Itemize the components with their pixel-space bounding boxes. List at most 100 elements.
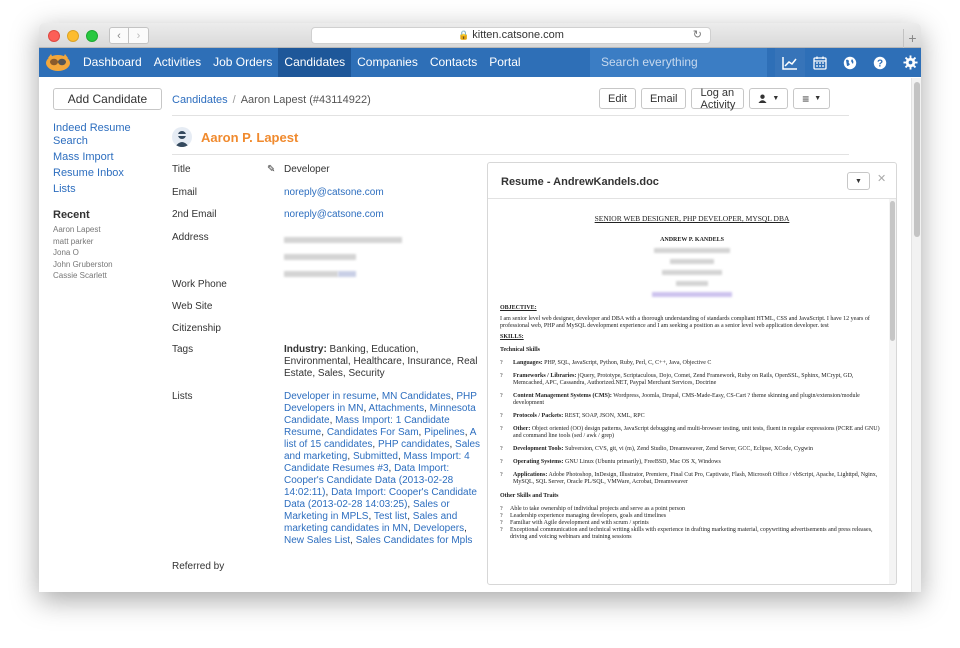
list-link[interactable]: Pipelines — [424, 427, 465, 438]
list-link[interactable]: Sales Candidates for Mpls — [356, 535, 473, 546]
skills-list: ? Languages: PHP, SQL, JavaScript, Python… — [500, 360, 884, 486]
chevron-down-icon: ▼ — [814, 95, 822, 102]
sidebar-link-mass-import[interactable]: Mass Import — [53, 151, 163, 164]
forward-button[interactable]: › — [129, 27, 149, 44]
skill-value: REST, SOAP, JSON, XML, RPC — [563, 413, 645, 419]
nav-contacts[interactable]: Contacts — [424, 48, 483, 77]
recent-item[interactable]: Aaron Lapest — [53, 224, 163, 236]
email-link[interactable]: noreply@catsone.com — [284, 209, 384, 220]
candidate-name: Aaron P. Lapest — [201, 129, 299, 145]
resume-dropdown-button[interactable]: ▼ — [847, 172, 870, 190]
field-label: Email — [172, 187, 198, 198]
contact-redacted — [500, 248, 884, 300]
nav-portal[interactable]: Portal — [483, 48, 526, 77]
other-skill-text: Leadership experience managing developer… — [510, 513, 667, 519]
bullet-glyph: ? — [500, 413, 503, 419]
skill-key: Frameworks / Libraries: — [513, 373, 577, 379]
globe-icon[interactable] — [835, 48, 865, 77]
page-scrollbar[interactable] — [911, 78, 921, 592]
bullet-glyph: ? — [500, 393, 503, 399]
skill-item: ? Languages: PHP, SQL, JavaScript, Python… — [500, 360, 884, 367]
nav-candidates[interactable]: Candidates — [278, 48, 352, 77]
gear-icon[interactable] — [895, 48, 921, 77]
list-link[interactable]: PHP candidates — [378, 439, 450, 450]
field-value — [284, 561, 482, 573]
bullet-glyph: ? — [500, 527, 503, 533]
list-link[interactable]: Attachments — [369, 403, 425, 414]
sidebar-link-indeed[interactable]: Indeed Resume Search — [53, 122, 163, 148]
list-separator: , — [464, 523, 467, 534]
bullet-glyph: ? — [500, 472, 503, 478]
log-activity-button[interactable]: Log an Activity — [691, 87, 745, 111]
skill-value: GNU Linux (Ubuntu primarily), FreeBSD, M… — [563, 459, 721, 465]
list-link[interactable]: New Sales List — [284, 535, 350, 546]
address-bar[interactable]: 🔒 kitten.catsone.com ↻ — [311, 27, 711, 44]
recent-item[interactable]: Cassie Scarlett — [53, 270, 163, 282]
tech-skills-title: Technical Skills — [500, 347, 540, 353]
recent-item[interactable]: Jona O — [53, 247, 163, 259]
skill-value: Adobe Photoshop, InDesign, Illustrator, … — [513, 472, 878, 485]
other-skills-list: ? Able to take ownership of individual pr… — [500, 506, 884, 541]
minimize-window-button[interactable] — [67, 30, 79, 42]
nav-companies[interactable]: Companies — [351, 48, 424, 77]
skill-value: Subversion, CVS, git, vi (m), Zend Studi… — [563, 446, 813, 452]
field-value — [284, 301, 482, 313]
skill-key: Development Tools: — [513, 446, 564, 452]
list-link[interactable]: Test list — [374, 511, 407, 522]
skill-key: Protocols / Packets: — [513, 413, 564, 419]
help-icon[interactable]: ? — [865, 48, 895, 77]
back-button[interactable]: ‹ — [109, 27, 129, 44]
list-link[interactable]: MN Candidates — [382, 391, 451, 402]
skill-value: Object oriented (OO) design patterns, Ja… — [513, 426, 880, 439]
list-link[interactable]: Developer in resume — [284, 391, 376, 402]
search-input[interactable]: Search everything — [590, 48, 767, 77]
resume-scrollbar[interactable] — [889, 199, 896, 584]
sidebar-link-resume-inbox[interactable]: Resume Inbox — [53, 167, 163, 180]
reload-icon[interactable]: ↻ — [693, 28, 702, 43]
field-lists: Lists Developer in resume, MN Candidates… — [172, 391, 482, 561]
more-dropdown-button[interactable]: ≡ ▼ — [793, 88, 831, 109]
field-label: Citizenship — [172, 323, 221, 334]
email-link[interactable]: noreply@catsone.com — [284, 187, 384, 198]
list-link[interactable]: Submitted — [353, 451, 398, 462]
page-scrollbar-thumb[interactable] — [914, 82, 920, 237]
field-label: Web Site — [172, 301, 213, 312]
user-dropdown-button[interactable]: ▼ — [749, 88, 789, 109]
other-skill-item: ? Able to take ownership of individual pr… — [500, 506, 884, 513]
lock-icon: 🔒 — [458, 30, 470, 40]
chart-icon[interactable] — [775, 48, 805, 77]
skill-item: ? Operating Systems: GNU Linux (Ubuntu pr… — [500, 459, 884, 466]
recent-item[interactable]: John Gruberston — [53, 259, 163, 271]
nav-job-orders[interactable]: Job Orders — [207, 48, 278, 77]
field-label: Work Phone — [172, 279, 227, 290]
calendar-icon[interactable] — [805, 48, 835, 77]
svg-text:?: ? — [877, 58, 883, 69]
nav-activities[interactable]: Activities — [148, 48, 207, 77]
divider — [172, 154, 849, 155]
breadcrumb-candidates[interactable]: Candidates — [172, 94, 228, 106]
cats-logo-icon[interactable] — [45, 52, 71, 72]
other-skill-text: Familiar with Agile development and with… — [510, 520, 649, 526]
close-window-button[interactable] — [48, 30, 60, 42]
field-address: Address — [172, 232, 482, 279]
close-icon[interactable]: ✕ — [877, 172, 886, 185]
zoom-window-button[interactable] — [86, 30, 98, 42]
list-link[interactable]: Candidates For Sam — [327, 427, 419, 438]
resume-scrollbar-thumb[interactable] — [890, 201, 895, 341]
breadcrumb-current: Aaron Lapest (#43114922) — [240, 94, 371, 106]
recent-item[interactable]: matt parker — [53, 236, 163, 248]
bullet-glyph: ? — [500, 373, 503, 379]
new-tab-button[interactable]: + — [903, 29, 921, 48]
add-candidate-button[interactable]: Add Candidate — [53, 88, 162, 110]
tags-prefix: Industry: — [284, 344, 327, 355]
skills-title: SKILLS: — [500, 334, 524, 340]
chevron-down-icon: ▼ — [855, 177, 862, 185]
divider — [172, 115, 849, 116]
email-button[interactable]: Email — [640, 88, 687, 109]
edit-button[interactable]: Edit — [599, 88, 636, 109]
nav-dashboard[interactable]: Dashboard — [77, 48, 148, 77]
list-link[interactable]: Developers — [414, 523, 465, 534]
pencil-icon[interactable]: ✎ — [267, 164, 275, 176]
skill-key: Content Management Systems (CMS): — [513, 393, 612, 399]
sidebar-link-lists[interactable]: Lists — [53, 183, 163, 196]
